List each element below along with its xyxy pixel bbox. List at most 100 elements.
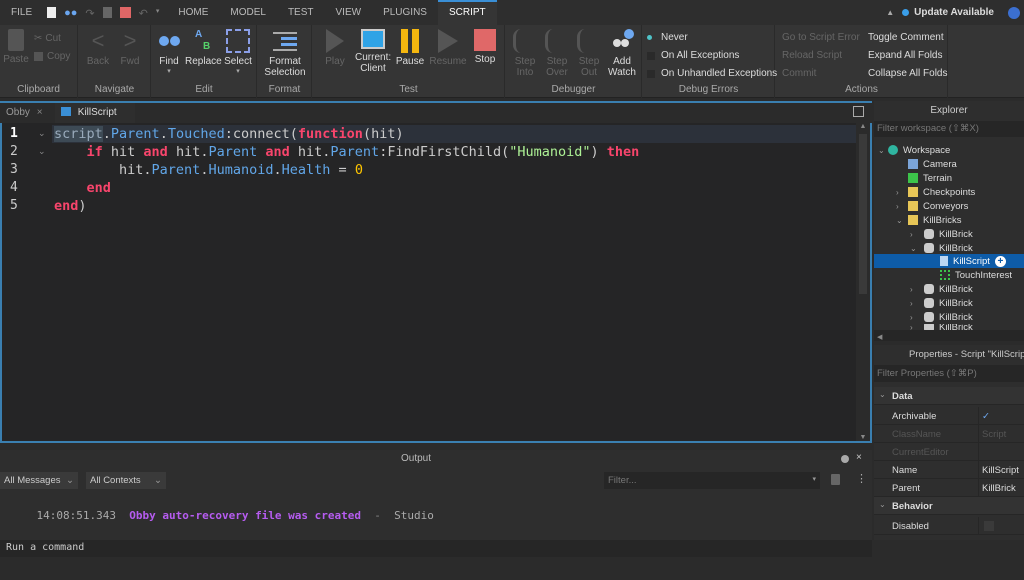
scroll-left-icon[interactable]: ◀: [874, 334, 882, 341]
tab-killscript[interactable]: KillScript ×: [55, 103, 135, 138]
section-behavior[interactable]: ⌄ Behavior: [874, 497, 1024, 515]
command-bar[interactable]: Run a command: [0, 540, 872, 557]
radio-unhandled-exceptions[interactable]: On Unhandled Exceptions: [647, 68, 777, 79]
chevron-right-icon[interactable]: ›: [896, 202, 908, 211]
command-input[interactable]: Run a command: [6, 542, 84, 553]
tree-item-conveyors[interactable]: › Conveyors: [874, 199, 1024, 213]
tree-item-terrain[interactable]: Terrain: [874, 171, 1024, 185]
collapse-ribbon-icon[interactable]: ▲: [886, 8, 894, 17]
tree-item-killbrick[interactable]: ⌄ KillBrick: [874, 241, 1024, 255]
tree-item-camera[interactable]: Camera: [874, 157, 1024, 171]
tab-view[interactable]: VIEW: [325, 0, 373, 25]
chevron-right-icon[interactable]: ›: [910, 230, 924, 239]
radio-all-exceptions[interactable]: On All Exceptions: [647, 50, 739, 61]
vertical-scrollbar[interactable]: ▲ ▼: [856, 123, 870, 441]
format-selection-button[interactable]: Format Selection: [260, 29, 310, 78]
find-button[interactable]: Find ▾: [154, 29, 184, 75]
scroll-down-icon[interactable]: ▼: [856, 434, 870, 441]
fold-chevron-icon[interactable]: ⌄: [38, 128, 46, 139]
tree-item-checkpoints[interactable]: › Checkpoints: [874, 185, 1024, 199]
tree-item-killbrick[interactable]: › KillBrick: [874, 310, 1024, 324]
chevron-down-icon[interactable]: ⌄: [910, 244, 924, 253]
add-child-icon[interactable]: +: [994, 255, 1006, 267]
section-data[interactable]: ⌄ Data: [874, 387, 1024, 405]
disabled-checkbox[interactable]: [984, 521, 994, 531]
chevron-right-icon[interactable]: ›: [896, 188, 908, 197]
tree-item-killbrick[interactable]: › KillBrick: [874, 282, 1024, 296]
add-watch-button[interactable]: Add Watch: [606, 29, 638, 78]
stop-icon[interactable]: [119, 7, 131, 18]
cut-button[interactable]: ✂ Cut: [34, 33, 61, 44]
current-client-button[interactable]: Current: Client: [355, 29, 391, 74]
copy-button[interactable]: Copy: [34, 51, 70, 62]
chevron-right-icon[interactable]: ›: [910, 313, 924, 322]
close-icon[interactable]: ×: [37, 107, 43, 118]
toggle-comment-button[interactable]: Toggle Comment: [868, 32, 944, 43]
archivable-checkbox[interactable]: ✓: [982, 411, 990, 422]
new-file-icon[interactable]: [47, 7, 57, 18]
tab-obby[interactable]: Obby ×: [0, 103, 50, 123]
tab-test[interactable]: TEST: [277, 0, 325, 25]
commit-button[interactable]: Commit: [782, 68, 816, 79]
collapse-all-folds-button[interactable]: Collapse All Folds: [868, 68, 947, 79]
tree-item-killbrick[interactable]: › KillBrick: [874, 227, 1024, 241]
scroll-thumb[interactable]: [859, 134, 867, 294]
chevron-down-icon[interactable]: ⌄: [878, 146, 888, 155]
tree-item-killbrick[interactable]: › KillBrick: [874, 296, 1024, 310]
script-editor[interactable]: 1 2 3 4 5 ⌄ ⌄ script.Parent.Touched:conn…: [0, 123, 872, 443]
paste-button[interactable]: Paste: [2, 29, 30, 65]
contexts-filter-dropdown[interactable]: All Contexts ⌄: [86, 472, 166, 489]
close-icon[interactable]: ×: [856, 452, 862, 463]
menu-file[interactable]: FILE: [0, 0, 43, 25]
undo-icon[interactable]: ↶: [139, 7, 148, 20]
back-button[interactable]: < Back: [83, 29, 113, 68]
binoculars-icon[interactable]: ●●: [64, 7, 77, 19]
property-archivable[interactable]: Archivable ✓: [874, 407, 1024, 425]
tree-item-workspace[interactable]: ⌄ Workspace: [874, 143, 1024, 157]
dock-icon[interactable]: [841, 455, 849, 463]
step-into-button[interactable]: Step Into: [510, 29, 540, 78]
play-button[interactable]: Play: [317, 29, 353, 67]
output-filter-input[interactable]: Filter... ▾: [604, 472, 820, 489]
resume-button[interactable]: Resume: [429, 29, 467, 67]
float-window-icon[interactable]: [853, 106, 864, 117]
forward-button[interactable]: > Fwd: [115, 29, 145, 68]
explorer-filter-input[interactable]: Filter workspace (⇧⌘X): [874, 121, 1024, 137]
redo-icon[interactable]: ↷: [85, 7, 94, 20]
tree-item-killscript[interactable]: KillScript +: [874, 254, 1024, 268]
expand-all-folds-button[interactable]: Expand All Folds: [868, 50, 943, 61]
reload-script-button[interactable]: Reload Script: [782, 50, 842, 61]
tree-item-killbricks[interactable]: ⌄ KillBricks: [874, 213, 1024, 227]
stop-button[interactable]: Stop: [469, 29, 501, 65]
update-available-link[interactable]: Update Available: [914, 7, 994, 18]
tab-plugins[interactable]: PLUGINS: [372, 0, 438, 25]
pause-button[interactable]: Pause: [393, 29, 427, 67]
chevron-down-icon[interactable]: ▾: [156, 7, 160, 19]
replace-button[interactable]: AB Replace: [185, 29, 222, 67]
fold-chevron-icon[interactable]: ⌄: [38, 146, 46, 157]
horizontal-scrollbar[interactable]: ◀: [874, 330, 1024, 341]
globe-icon[interactable]: [1008, 6, 1020, 19]
property-name[interactable]: Name KillScript: [874, 461, 1024, 479]
scroll-up-icon[interactable]: ▲: [856, 123, 870, 130]
chevron-right-icon[interactable]: ›: [910, 285, 924, 294]
chevron-down-icon[interactable]: ⌄: [879, 500, 886, 509]
property-disabled[interactable]: Disabled: [874, 517, 1024, 535]
chevron-down-icon[interactable]: ⌄: [896, 216, 908, 225]
step-over-button[interactable]: Step Over: [542, 29, 572, 78]
select-button[interactable]: Select ▾: [222, 29, 254, 75]
messages-filter-dropdown[interactable]: All Messages ⌄: [0, 472, 78, 489]
tree-item-touchinterest[interactable]: TouchInterest: [874, 268, 1024, 282]
tab-model[interactable]: MODEL: [219, 0, 277, 25]
chevron-down-icon[interactable]: ⌄: [879, 390, 886, 399]
go-to-script-error-button[interactable]: Go to Script Error: [782, 32, 860, 43]
properties-filter-input[interactable]: Filter Properties (⇧⌘P): [874, 365, 1024, 382]
tab-home[interactable]: HOME: [167, 0, 219, 25]
property-parent[interactable]: Parent KillBrick: [874, 479, 1024, 497]
publish-icon[interactable]: [102, 7, 112, 18]
tab-script[interactable]: SCRIPT: [437, 0, 497, 25]
trash-icon[interactable]: [831, 474, 840, 485]
chevron-right-icon[interactable]: ›: [910, 299, 924, 308]
step-out-button[interactable]: Step Out: [574, 29, 604, 78]
more-options-icon[interactable]: ⋮: [856, 472, 867, 485]
